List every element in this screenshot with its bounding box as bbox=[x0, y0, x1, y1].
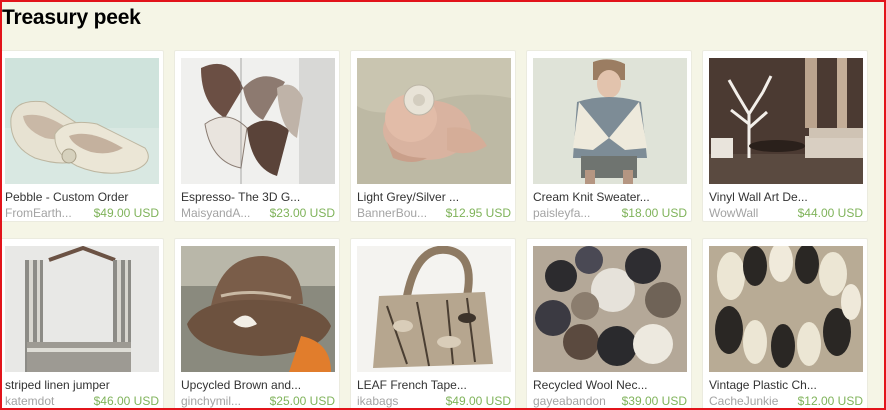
baby-flower-headband-image bbox=[357, 58, 511, 184]
item-title[interactable]: Espresso- The 3D G... bbox=[181, 190, 337, 204]
treasury-peek-panel: Treasury peek Pebble - Custom Order From… bbox=[0, 0, 886, 410]
item-title[interactable]: LEAF French Tape... bbox=[357, 378, 513, 392]
item-card[interactable]: Light Grey/Silver ... BannerBou... $12.9… bbox=[350, 50, 516, 222]
item-price: $12.95 USD bbox=[445, 206, 511, 220]
item-thumbnail[interactable] bbox=[533, 58, 687, 184]
item-title[interactable]: Vinyl Wall Art De... bbox=[709, 190, 865, 204]
item-price: $12.00 USD bbox=[797, 394, 863, 408]
fabric-slippers-image bbox=[5, 58, 159, 184]
item-shop[interactable]: paisleyfa... bbox=[533, 206, 613, 220]
item-thumbnail[interactable] bbox=[357, 58, 511, 184]
item-thumbnail[interactable] bbox=[709, 246, 863, 372]
item-thumbnail[interactable] bbox=[181, 58, 335, 184]
item-shop[interactable]: CacheJunkie bbox=[709, 394, 789, 408]
leaf-print-bag-image bbox=[357, 246, 511, 372]
item-card[interactable]: Upcycled Brown and... ginchymil... $25.0… bbox=[174, 238, 340, 408]
item-title[interactable]: Cream Knit Sweater... bbox=[533, 190, 689, 204]
item-title[interactable]: Pebble - Custom Order bbox=[5, 190, 161, 204]
item-card[interactable]: striped linen jumper katemdot $46.00 USD bbox=[2, 238, 164, 408]
item-shop[interactable]: gayeabandon bbox=[533, 394, 613, 408]
item-card[interactable]: Espresso- The 3D G... MaisyandA... $23.0… bbox=[174, 50, 340, 222]
item-price: $49.00 USD bbox=[93, 206, 159, 220]
item-shop[interactable]: WowWall bbox=[709, 206, 789, 220]
item-title[interactable]: Recycled Wool Nec... bbox=[533, 378, 689, 392]
item-card[interactable]: Recycled Wool Nec... gayeabandon $39.00 … bbox=[526, 238, 692, 408]
item-price: $25.00 USD bbox=[269, 394, 335, 408]
item-card[interactable]: Vinyl Wall Art De... WowWall $44.00 USD bbox=[702, 50, 868, 222]
item-shop[interactable]: FromEarth... bbox=[5, 206, 85, 220]
item-thumbnail[interactable] bbox=[5, 58, 159, 184]
wool-circle-necklace-image bbox=[533, 246, 687, 372]
item-shop[interactable]: BannerBou... bbox=[357, 206, 437, 220]
brown-fabric-hat-image bbox=[181, 246, 335, 372]
section-title: Treasury peek bbox=[2, 6, 141, 29]
item-price: $49.00 USD bbox=[445, 394, 511, 408]
item-price: $18.00 USD bbox=[621, 206, 687, 220]
item-price: $44.00 USD bbox=[797, 206, 863, 220]
item-price: $39.00 USD bbox=[621, 394, 687, 408]
item-title[interactable]: Light Grey/Silver ... bbox=[357, 190, 513, 204]
item-shop[interactable]: ikabags bbox=[357, 394, 437, 408]
item-thumbnail[interactable] bbox=[5, 246, 159, 372]
item-card[interactable]: Pebble - Custom Order FromEarth... $49.0… bbox=[2, 50, 164, 222]
item-card[interactable]: LEAF French Tape... ikabags $49.00 USD bbox=[350, 238, 516, 408]
item-shop[interactable]: katemdot bbox=[5, 394, 85, 408]
item-price: $23.00 USD bbox=[269, 206, 335, 220]
3d-paper-garland-image bbox=[181, 58, 335, 184]
item-card[interactable]: Vintage Plastic Ch... CacheJunkie $12.00… bbox=[702, 238, 868, 408]
item-title[interactable]: Upcycled Brown and... bbox=[181, 378, 337, 392]
item-title[interactable]: striped linen jumper bbox=[5, 378, 161, 392]
item-thumbnail[interactable] bbox=[533, 246, 687, 372]
item-thumbnail[interactable] bbox=[709, 58, 863, 184]
plastic-bead-bracelet-image bbox=[709, 246, 863, 372]
tree-wall-decal-room-image bbox=[709, 58, 863, 184]
item-shop[interactable]: MaisyandA... bbox=[181, 206, 261, 220]
item-thumbnail[interactable] bbox=[181, 246, 335, 372]
item-price: $46.00 USD bbox=[93, 394, 159, 408]
item-thumbnail[interactable] bbox=[357, 246, 511, 372]
striped-jumper-hanger-image bbox=[5, 246, 159, 372]
item-title[interactable]: Vintage Plastic Ch... bbox=[709, 378, 865, 392]
item-shop[interactable]: ginchymil... bbox=[181, 394, 261, 408]
cream-knit-sweater-image bbox=[533, 58, 687, 184]
item-card[interactable]: Cream Knit Sweater... paisleyfa... $18.0… bbox=[526, 50, 692, 222]
